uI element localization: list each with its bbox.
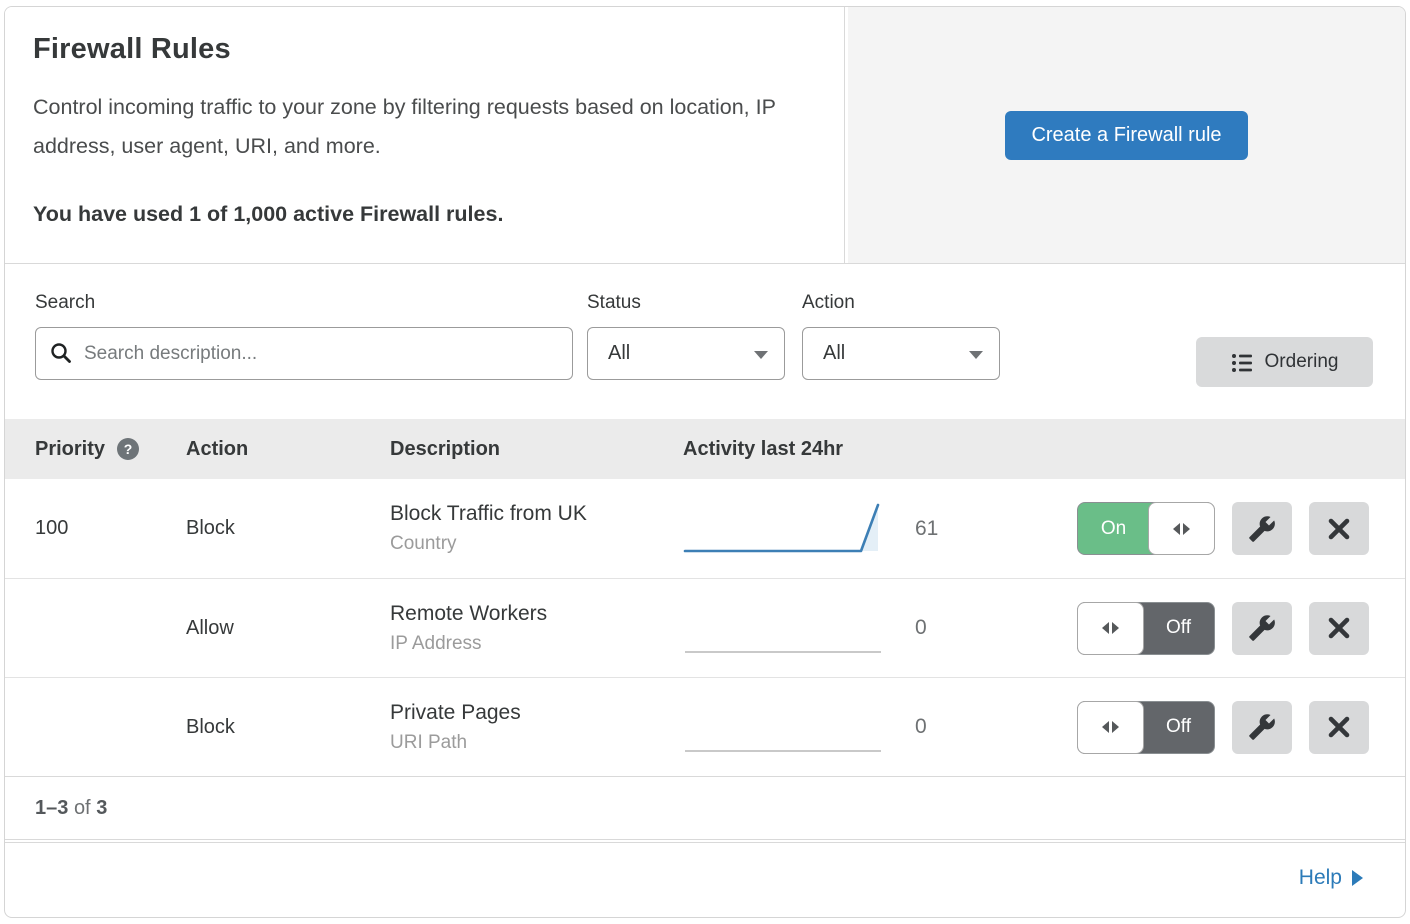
wrench-icon (1248, 515, 1276, 543)
activity-sparkline (683, 499, 883, 559)
priority-column-label: Priority (35, 438, 105, 461)
rule-action: Block (186, 716, 390, 739)
filters-bar: Search Status All Action All (5, 264, 1405, 419)
rule-description: Private Pages (390, 701, 683, 725)
rule-enabled-toggle[interactable]: On (1077, 502, 1215, 555)
arrows-icon (1183, 523, 1190, 535)
help-link-label: Help (1299, 866, 1342, 890)
toggle-knob[interactable] (1077, 701, 1144, 754)
firewall-rules-card: Firewall Rules Control incoming traffic … (4, 6, 1406, 918)
action-filter-group: Action All (802, 292, 1000, 380)
page-description: Control incoming traffic to your zone by… (33, 88, 803, 166)
search-box (35, 327, 573, 380)
close-icon (1326, 615, 1352, 641)
search-input[interactable] (35, 327, 573, 380)
edit-rule-button[interactable] (1232, 502, 1292, 555)
arrows-icon (1102, 721, 1109, 733)
chevron-down-icon (969, 351, 983, 359)
rule-controls: Off (1077, 701, 1405, 754)
arrow-right-icon (1352, 870, 1363, 886)
rule-description-cell: Remote Workers IP Address (390, 602, 683, 655)
toggle-state-label: Off (1143, 702, 1214, 753)
ordering-button[interactable]: Ordering (1196, 337, 1373, 387)
wrench-icon (1248, 614, 1276, 642)
status-select[interactable]: All (587, 327, 785, 380)
rule-match-type: Country (390, 533, 683, 555)
column-header-activity: Activity last 24hr (683, 438, 1077, 461)
header-section: Firewall Rules Control incoming traffic … (5, 7, 1405, 264)
firewall-rule-row: 100 Block Block Traffic from UK Country … (5, 479, 1405, 578)
rule-activity-cell: 0 (683, 697, 1077, 757)
rule-match-type: IP Address (390, 633, 683, 655)
arrows-icon (1112, 721, 1119, 733)
status-selected-value: All (608, 342, 630, 365)
rule-match-type: URI Path (390, 732, 683, 754)
pagination-range: 1–3 (35, 797, 68, 820)
firewall-rule-row: Block Private Pages URI Path 0 Off (5, 677, 1405, 776)
activity-count: 0 (915, 616, 927, 640)
arrows-icon (1102, 622, 1109, 634)
rule-enabled-toggle[interactable]: Off (1077, 602, 1215, 655)
rule-description: Block Traffic from UK (390, 502, 683, 526)
search-label: Search (35, 292, 573, 314)
action-select[interactable]: All (802, 327, 1000, 380)
chevron-down-icon (754, 351, 768, 359)
close-icon (1326, 714, 1352, 740)
search-icon (49, 341, 73, 365)
toggle-knob[interactable] (1077, 602, 1144, 655)
search-group: Search (35, 292, 573, 380)
column-header-description: Description (390, 438, 683, 461)
firewall-rule-row: Allow Remote Workers IP Address 0 Off (5, 578, 1405, 677)
rule-controls: On (1077, 502, 1405, 555)
rule-activity-cell: 61 (683, 499, 1077, 559)
rule-activity-cell: 0 (683, 598, 1077, 658)
ordering-wrap: Ordering (1196, 292, 1373, 387)
rule-priority: 100 (5, 517, 186, 540)
delete-rule-button[interactable] (1309, 502, 1369, 555)
activity-sparkline (683, 697, 883, 757)
table-header-row: Priority ? Action Description Activity l… (5, 419, 1405, 479)
action-selected-value: All (823, 342, 845, 365)
edit-rule-button[interactable] (1232, 701, 1292, 754)
toggle-state-label: Off (1143, 603, 1214, 654)
activity-count: 0 (915, 715, 927, 739)
pagination-total: 3 (96, 797, 107, 820)
wrench-icon (1248, 713, 1276, 741)
activity-count: 61 (915, 517, 938, 541)
usage-note: You have used 1 of 1,000 active Firewall… (33, 202, 812, 227)
close-icon (1326, 516, 1352, 542)
column-header-action: Action (186, 438, 390, 461)
rule-description-cell: Block Traffic from UK Country (390, 502, 683, 555)
rule-action: Allow (186, 617, 390, 640)
rule-enabled-toggle[interactable]: Off (1077, 701, 1215, 754)
rule-description-cell: Private Pages URI Path (390, 701, 683, 754)
question-help-icon[interactable]: ? (117, 438, 139, 460)
header-text-block: Firewall Rules Control incoming traffic … (5, 7, 845, 263)
page-title: Firewall Rules (33, 33, 812, 66)
activity-sparkline (683, 598, 883, 658)
table-body: 100 Block Block Traffic from UK Country … (5, 479, 1405, 776)
toggle-state-label: On (1078, 503, 1149, 554)
ordering-button-label: Ordering (1265, 351, 1339, 373)
help-band: Help (5, 842, 1405, 912)
delete-rule-button[interactable] (1309, 602, 1369, 655)
action-label: Action (802, 292, 1000, 314)
create-firewall-rule-button[interactable]: Create a Firewall rule (1005, 111, 1247, 160)
status-label: Status (587, 292, 785, 314)
help-link[interactable]: Help (1299, 866, 1363, 890)
column-header-priority: Priority ? (5, 438, 186, 461)
status-filter-group: Status All (587, 292, 785, 380)
toggle-knob[interactable] (1148, 502, 1215, 555)
arrows-icon (1173, 523, 1180, 535)
pagination-bar: 1–3 of 3 (5, 776, 1405, 840)
rule-controls: Off (1077, 602, 1405, 655)
header-action-panel: Create a Firewall rule (845, 7, 1405, 263)
rule-description: Remote Workers (390, 602, 683, 626)
edit-rule-button[interactable] (1232, 602, 1292, 655)
delete-rule-button[interactable] (1309, 701, 1369, 754)
ordered-list-icon (1231, 351, 1253, 373)
pagination-of-label: of (74, 797, 91, 820)
arrows-icon (1112, 622, 1119, 634)
rule-action: Block (186, 517, 390, 540)
